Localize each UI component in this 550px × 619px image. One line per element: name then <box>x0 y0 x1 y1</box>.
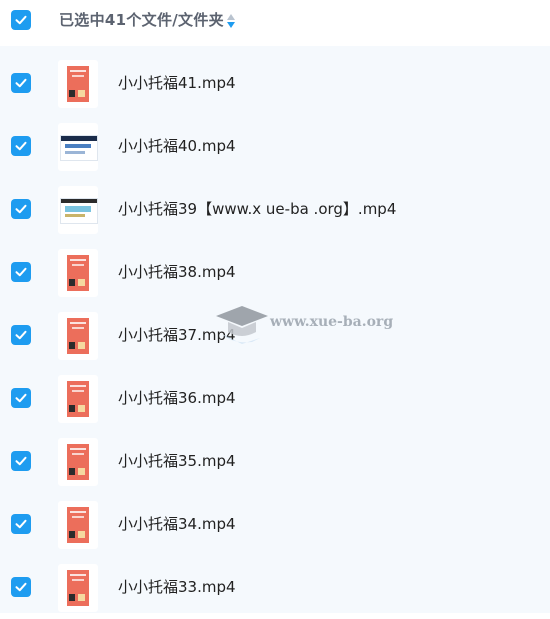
select-all-checkbox[interactable] <box>11 10 31 30</box>
file-name[interactable]: 小小托福39【www.x ue-ba .org】.mp4 <box>118 198 396 220</box>
row-checkbox[interactable] <box>11 577 31 597</box>
row-checkbox[interactable] <box>11 388 31 408</box>
video-thumbnail <box>58 501 98 549</box>
file-name[interactable]: 小小托福40.mp4 <box>118 135 236 157</box>
row-checkbox[interactable] <box>11 262 31 282</box>
file-name[interactable]: 小小托福35.mp4 <box>118 450 236 472</box>
selection-header: 已选中41个文件/文件夹 <box>0 0 550 46</box>
file-row[interactable]: 小小托福33.mp4 <box>0 556 550 619</box>
row-checkbox[interactable] <box>11 514 31 534</box>
row-checkbox[interactable] <box>11 136 31 156</box>
file-row[interactable]: 小小托福41.mp4 <box>0 52 550 115</box>
check-icon <box>15 519 27 529</box>
file-row[interactable]: 小小托福36.mp4 <box>0 367 550 430</box>
check-icon <box>15 141 27 151</box>
video-thumbnail <box>58 60 98 108</box>
video-thumbnail <box>58 312 98 360</box>
video-thumbnail <box>58 249 98 297</box>
sort-icon[interactable] <box>225 12 237 30</box>
video-thumbnail <box>58 375 98 423</box>
file-name[interactable]: 小小托福36.mp4 <box>118 387 236 409</box>
video-thumbnail <box>58 564 98 612</box>
file-row[interactable]: 小小托福34.mp4 <box>0 493 550 556</box>
check-icon <box>15 78 27 88</box>
check-icon <box>15 204 27 214</box>
check-icon <box>15 582 27 592</box>
file-row[interactable]: 小小托福35.mp4 <box>0 430 550 493</box>
row-checkbox[interactable] <box>11 73 31 93</box>
file-name[interactable]: 小小托福34.mp4 <box>118 513 236 535</box>
video-thumbnail <box>58 438 98 486</box>
row-checkbox[interactable] <box>11 325 31 345</box>
file-name[interactable]: 小小托福33.mp4 <box>118 576 236 598</box>
check-icon <box>15 267 27 277</box>
selection-count-label: 已选中41个文件/文件夹 <box>59 11 224 29</box>
check-icon <box>15 330 27 340</box>
video-thumbnail <box>58 186 98 234</box>
file-name[interactable]: 小小托福38.mp4 <box>118 261 236 283</box>
graduation-cap-icon <box>216 306 268 344</box>
file-name[interactable]: 小小托福41.mp4 <box>118 72 236 94</box>
row-checkbox[interactable] <box>11 451 31 471</box>
check-icon <box>15 456 27 466</box>
watermark-text: www.xue-ba.org <box>270 314 394 330</box>
file-row[interactable]: 小小托福38.mp4 <box>0 241 550 304</box>
check-icon <box>15 393 27 403</box>
video-thumbnail <box>58 123 98 171</box>
row-checkbox[interactable] <box>11 199 31 219</box>
check-icon <box>15 15 27 25</box>
file-row[interactable]: 小小托福40.mp4 <box>0 115 550 178</box>
file-row[interactable]: 小小托福39【www.x ue-ba .org】.mp4 <box>0 178 550 241</box>
